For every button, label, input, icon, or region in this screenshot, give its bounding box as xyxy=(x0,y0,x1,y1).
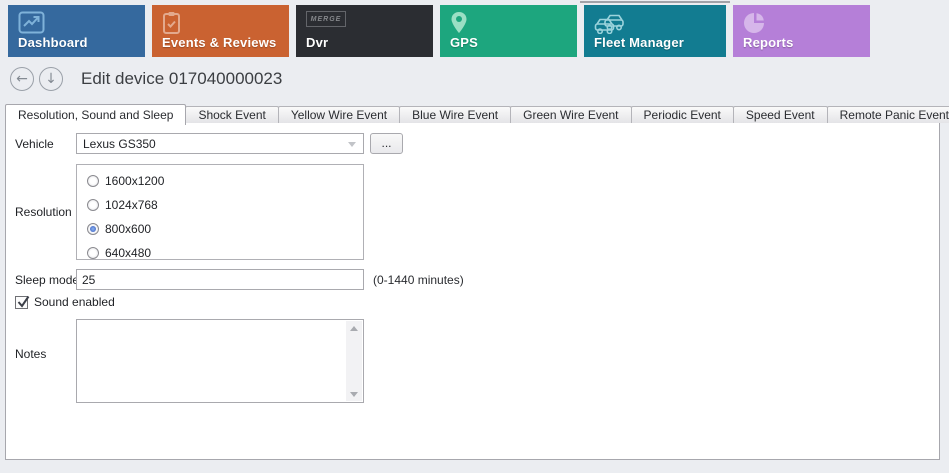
tab-yellow-wire-event[interactable]: Yellow Wire Event xyxy=(278,106,400,123)
nav-tile-label: GPS xyxy=(450,35,478,50)
tab-green-wire-event[interactable]: Green Wire Event xyxy=(510,106,631,123)
vehicle-browse-button[interactable]: ... xyxy=(370,133,403,154)
radio-1600x1200[interactable]: 1600x1200 xyxy=(87,173,164,189)
tab-resolution-sound-sleep[interactable]: Resolution, Sound and Sleep xyxy=(5,104,186,125)
radio-icon xyxy=(87,199,99,211)
vehicle-dropdown-value: Lexus GS350 xyxy=(83,137,156,151)
nav-tile-reports[interactable]: Reports xyxy=(733,5,870,57)
resolution-label: Resolution xyxy=(15,205,72,219)
checkbox-checked-icon xyxy=(15,296,28,309)
notes-field-wrap xyxy=(76,319,364,403)
sleep-mode-label: Sleep mode xyxy=(15,273,79,287)
chevron-down-icon xyxy=(348,142,356,147)
notes-label: Notes xyxy=(15,347,46,361)
sleep-mode-hint: (0-1440 minutes) xyxy=(373,273,464,287)
nav-tile-fleet-manager[interactable]: Fleet Manager xyxy=(584,5,726,57)
sound-enabled-checkbox-row[interactable]: Sound enabled xyxy=(15,295,115,309)
selected-tab-indicator xyxy=(580,1,730,3)
nav-tile-dvr[interactable]: merge Dvr xyxy=(296,5,433,57)
resolution-group: 1600x1200 1024x768 800x600 640x480 xyxy=(76,164,364,260)
radio-640x480[interactable]: 640x480 xyxy=(87,245,151,261)
tab-speed-event[interactable]: Speed Event xyxy=(733,106,828,123)
nav-tile-label: Fleet Manager xyxy=(594,35,684,50)
radio-icon xyxy=(87,175,99,187)
down-button[interactable]: ↓ xyxy=(39,67,63,91)
nav-tile-label: Reports xyxy=(743,35,794,50)
toolbar: ← ↓ Edit device 017040000023 xyxy=(10,60,282,98)
vehicle-label: Vehicle xyxy=(15,137,54,151)
device-settings-panel: Vehicle Lexus GS350 ... Resolution 1600x… xyxy=(5,122,940,460)
back-arrow-icon: ← xyxy=(16,71,28,87)
scroll-up-icon[interactable] xyxy=(346,321,362,336)
tab-shock-event[interactable]: Shock Event xyxy=(185,106,278,123)
vehicle-dropdown[interactable]: Lexus GS350 xyxy=(76,133,364,154)
down-arrow-icon: ↓ xyxy=(45,71,57,87)
tab-periodic-event[interactable]: Periodic Event xyxy=(631,106,734,123)
radio-label: 1600x1200 xyxy=(105,174,164,188)
nav-tile-events-reviews[interactable]: Events & Reviews xyxy=(152,5,289,57)
tab-strip: Resolution, Sound and Sleep Shock Event … xyxy=(5,103,949,123)
sound-enabled-label: Sound enabled xyxy=(34,295,115,309)
tab-blue-wire-event[interactable]: Blue Wire Event xyxy=(399,106,511,123)
nav-tile-label: Events & Reviews xyxy=(162,35,276,50)
radio-label: 640x480 xyxy=(105,246,151,260)
radio-label: 800x600 xyxy=(105,222,151,236)
radio-icon xyxy=(87,223,99,235)
nav-tile-gps[interactable]: GPS xyxy=(440,5,577,57)
notes-scrollbar[interactable] xyxy=(346,321,362,401)
notes-textarea[interactable] xyxy=(77,320,345,402)
nav-tile-dashboard[interactable]: Dashboard xyxy=(8,5,145,57)
radio-800x600[interactable]: 800x600 xyxy=(87,221,151,237)
back-button[interactable]: ← xyxy=(10,67,34,91)
scroll-down-icon[interactable] xyxy=(346,386,362,401)
radio-1024x768[interactable]: 1024x768 xyxy=(87,197,158,213)
main-nav: Dashboard Events & Reviews merge Dvr GPS xyxy=(8,5,870,57)
nav-tile-label: Dvr xyxy=(306,35,328,50)
merge-badge-icon: merge xyxy=(306,11,346,27)
radio-label: 1024x768 xyxy=(105,198,158,212)
radio-icon xyxy=(87,247,99,259)
sleep-mode-input[interactable] xyxy=(76,269,364,290)
tab-remote-panic-event[interactable]: Remote Panic Event xyxy=(827,106,949,123)
nav-tile-label: Dashboard xyxy=(18,35,88,50)
page-title: Edit device 017040000023 xyxy=(81,69,282,89)
